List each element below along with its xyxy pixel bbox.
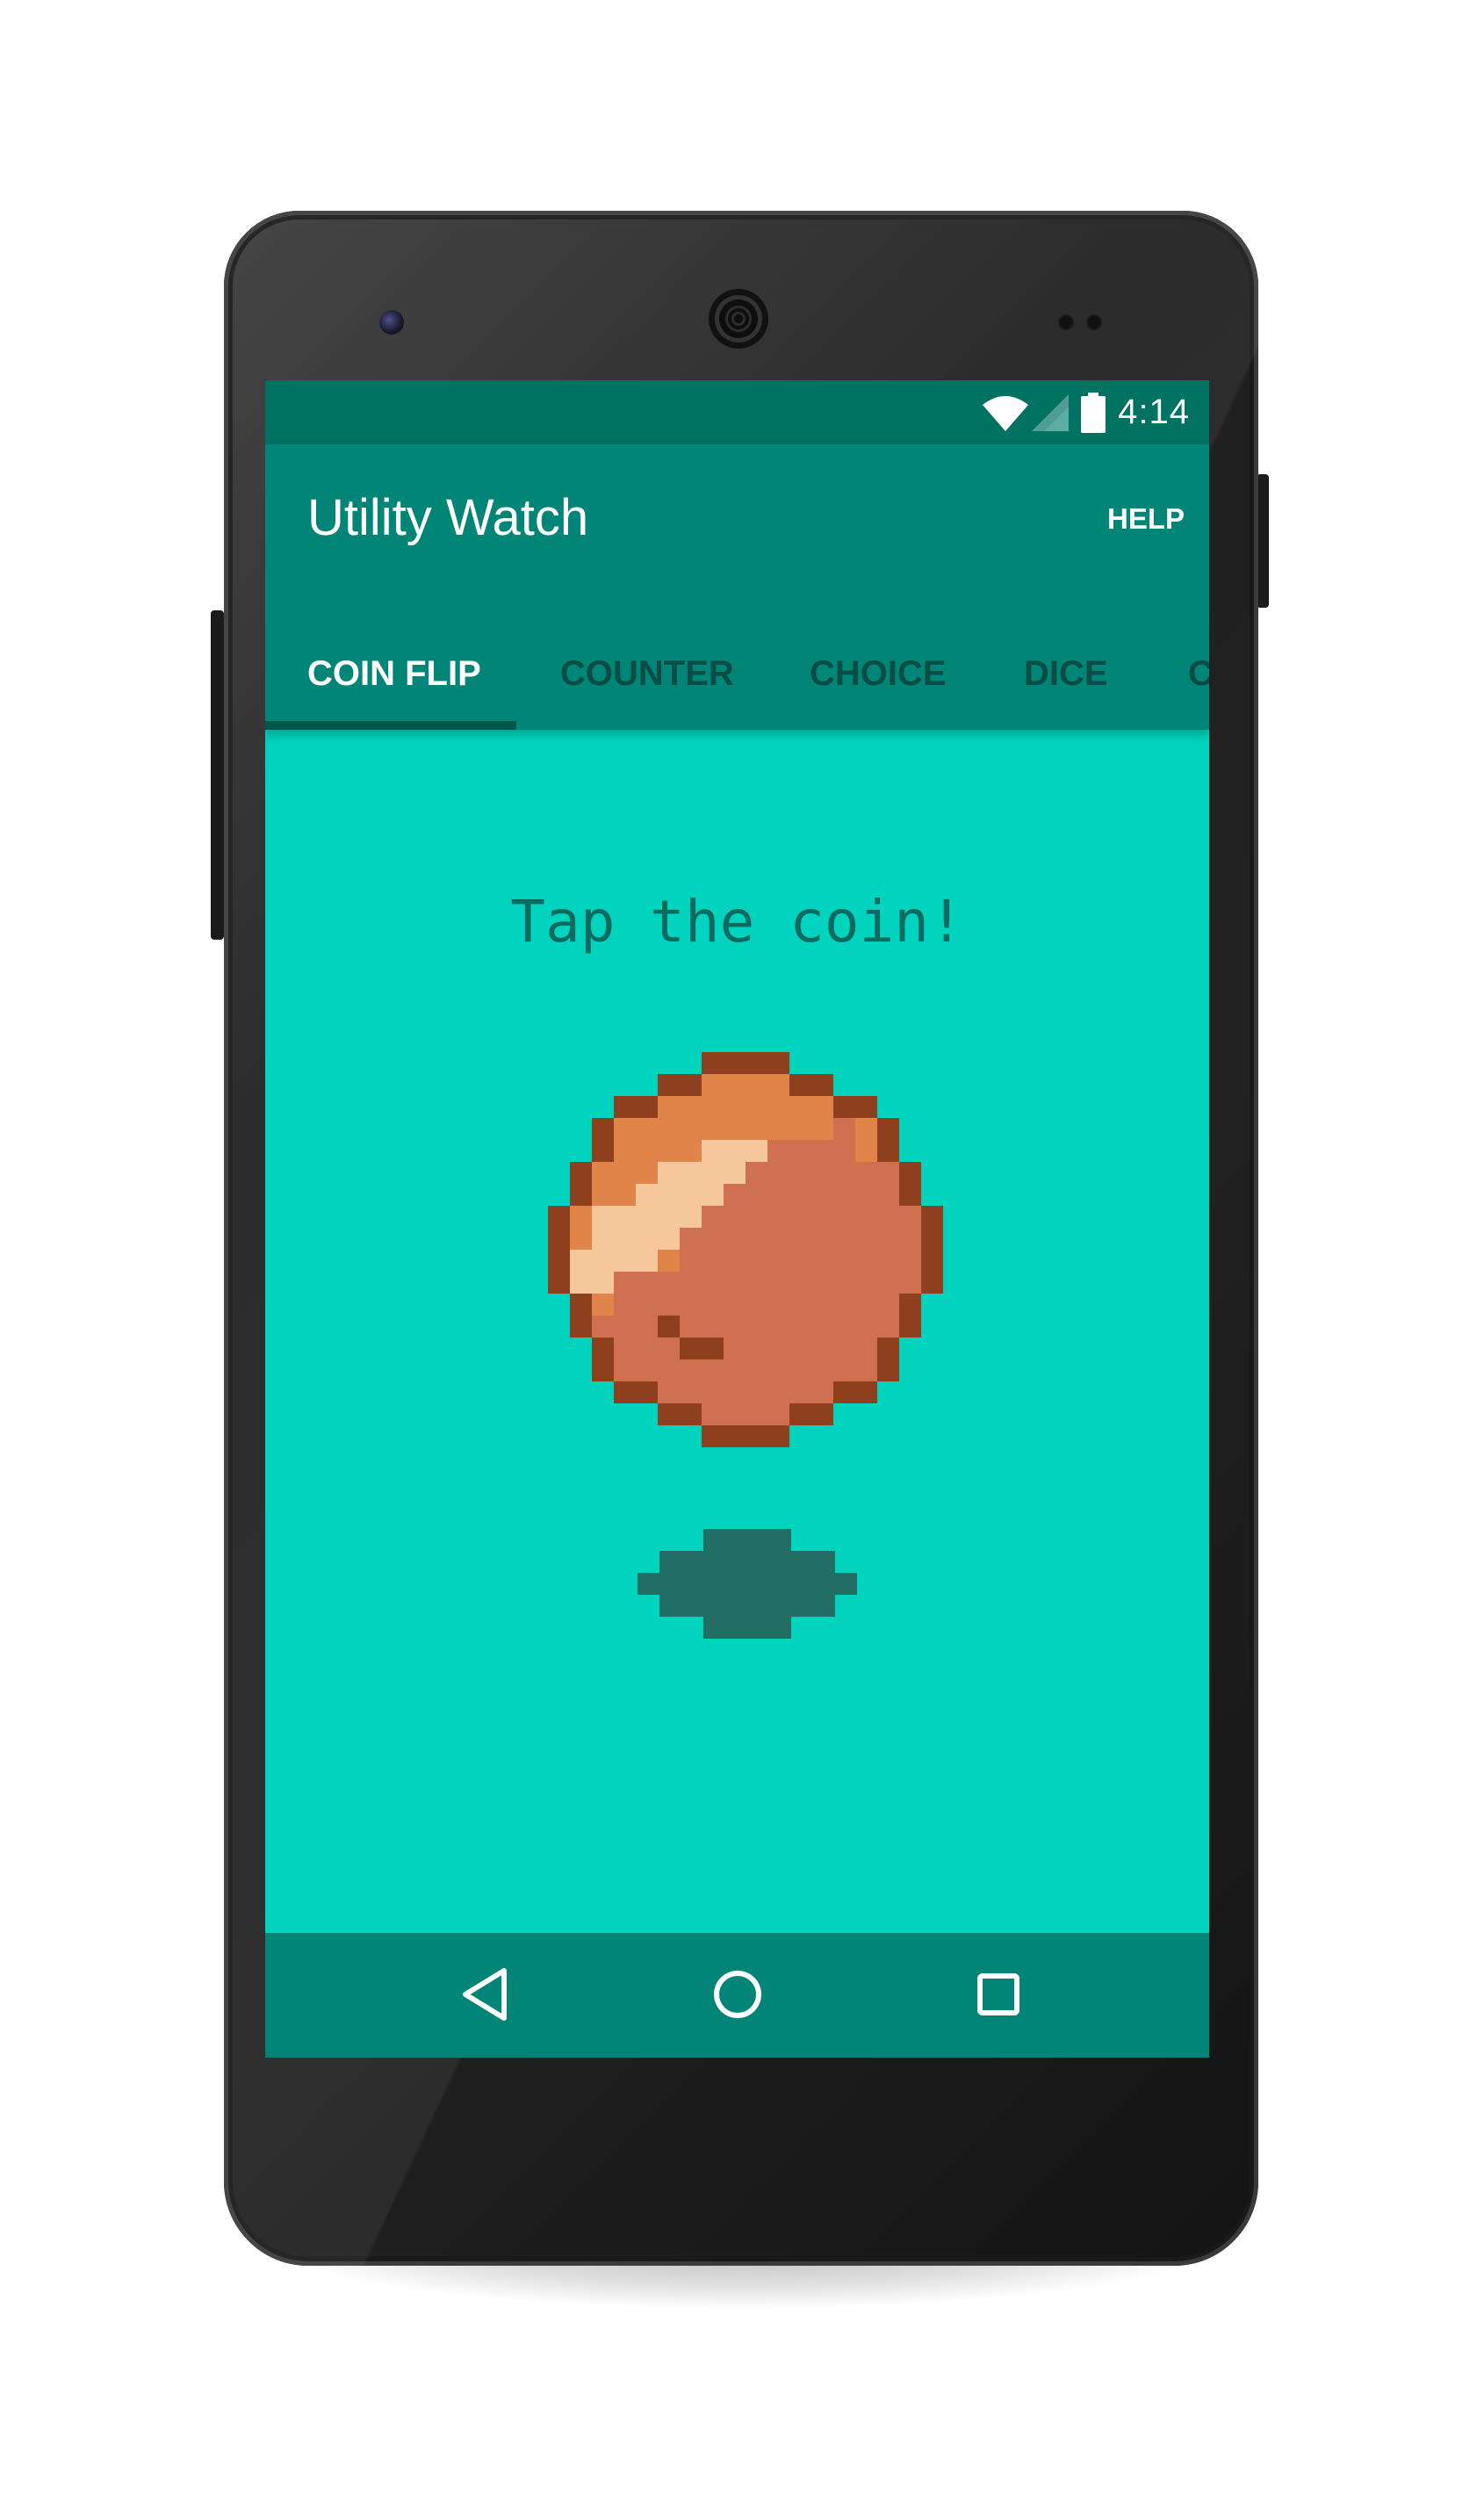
tab-partial-next[interactable]: C: [1188, 618, 1209, 730]
wifi-icon: [983, 395, 1029, 431]
volume-button: [211, 610, 224, 940]
power-button: [1257, 474, 1269, 608]
recents-button[interactable]: [968, 1964, 1029, 2025]
tab-bar: COIN FLIP COUNTER CHOICE DICE C: [265, 618, 1209, 730]
status-time: 4:14: [1118, 393, 1190, 431]
home-icon: [714, 1971, 761, 2018]
home-button[interactable]: [707, 1964, 768, 2025]
tab-indicator: [265, 721, 516, 730]
back-icon: [463, 1968, 507, 2021]
tab-choice[interactable]: CHOICE: [810, 618, 947, 730]
status-bar: 4:14: [265, 380, 1209, 444]
earpiece-speaker: [709, 289, 768, 349]
battery-icon: [1081, 392, 1106, 433]
coin-prompt: Tap the coin!: [510, 888, 964, 955]
navigation-bar: [265, 1933, 1209, 2058]
screen: 4:14 Utility Watch HELP COIN FLIP COUNTE…: [265, 380, 1209, 2058]
proximity-sensor: [1060, 316, 1072, 328]
light-sensor: [1088, 316, 1100, 328]
coin-shadow: [638, 1529, 857, 1639]
recents-icon: [977, 1973, 1019, 2015]
status-icons: 4:14: [983, 380, 1190, 444]
tab-coin-flip[interactable]: COIN FLIP: [307, 618, 481, 730]
back-button[interactable]: [454, 1964, 515, 2025]
tab-dice[interactable]: DICE: [1024, 618, 1108, 730]
tab-counter[interactable]: COUNTER: [560, 618, 734, 730]
coin-icon[interactable]: [548, 1052, 943, 1447]
cell-signal-icon: [1032, 393, 1070, 431]
app-title: Utility Watch: [307, 489, 589, 546]
front-camera: [379, 310, 404, 335]
help-button[interactable]: HELP: [1107, 502, 1185, 536]
app-bar: Utility Watch HELP COIN FLIP COUNTER CHO…: [265, 444, 1209, 730]
